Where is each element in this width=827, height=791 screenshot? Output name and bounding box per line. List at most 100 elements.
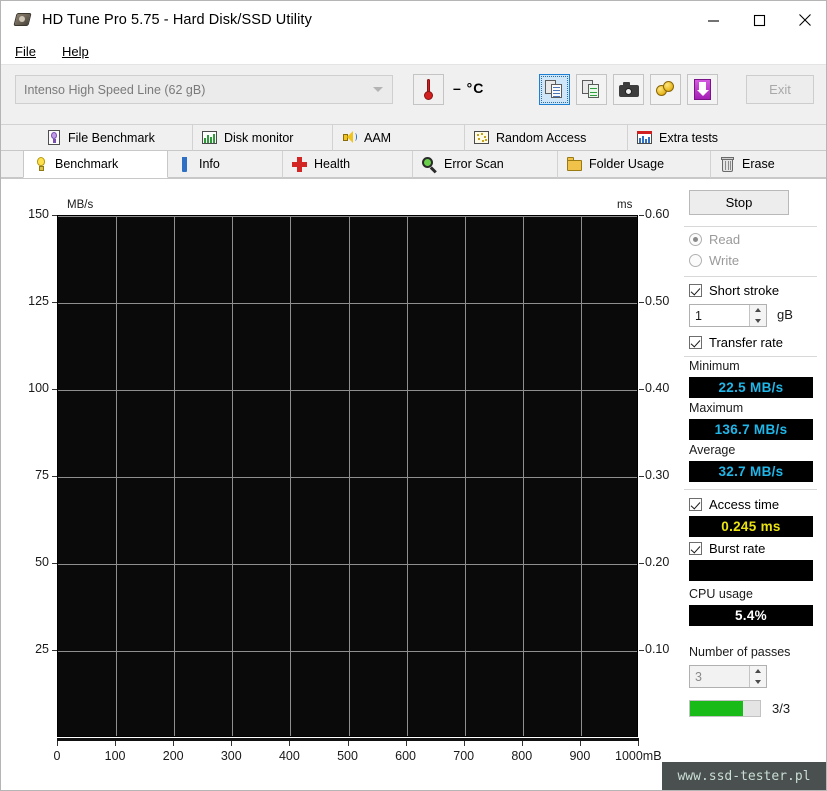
file-benchmark-icon	[45, 129, 62, 146]
passes-stepper-down-icon[interactable]	[750, 677, 766, 688]
checkbox-burst-rate-box	[689, 542, 702, 555]
x-axis-tick-label: 400	[278, 749, 300, 763]
tab-error-scan[interactable]: Error Scan	[413, 151, 558, 178]
x-axis-tick-mark	[231, 741, 233, 746]
menu-help[interactable]: Help	[50, 42, 101, 61]
x-axis-tick-mark	[289, 741, 291, 746]
error-scan-magnifier-icon	[421, 156, 438, 173]
x-axis-tick-mark	[579, 741, 581, 746]
y-axis-tick-label: 150	[28, 207, 49, 221]
tab-erase-label: Erase	[742, 157, 775, 171]
cpu-usage-label: CPU usage	[689, 587, 753, 601]
checkbox-access-time[interactable]: Access time	[689, 497, 779, 512]
drive-selector[interactable]: Intenso High Speed Line (62 gB)	[15, 75, 393, 104]
divider-4	[684, 489, 817, 490]
tab-erase[interactable]: Erase	[711, 151, 826, 178]
short-stroke-stepper[interactable]	[749, 305, 766, 326]
stepper-up-icon[interactable]	[750, 305, 766, 316]
y2-axis-tick-mark	[639, 563, 644, 564]
checkbox-burst-rate-label: Burst rate	[709, 541, 766, 556]
y-axis-unit-left: MB/s	[67, 199, 94, 211]
average-label: Average	[689, 443, 736, 457]
copy-image-icon	[581, 79, 602, 100]
maximize-button[interactable]	[736, 1, 782, 39]
exit-button[interactable]: Exit	[746, 75, 814, 104]
hd-tune-window: HD Tune Pro 5.75 - Hard Disk/SSD Utility…	[0, 0, 827, 791]
checkbox-burst-rate[interactable]: Burst rate	[689, 541, 765, 556]
thermometer-icon	[424, 79, 433, 100]
x-axis-tick-mark	[115, 741, 117, 746]
tab-spacer	[1, 124, 37, 151]
checkbox-short-stroke[interactable]: Short stroke	[689, 283, 779, 298]
minimize-button[interactable]	[690, 1, 736, 39]
window-title: HD Tune Pro 5.75 - Hard Disk/SSD Utility	[42, 11, 312, 28]
gridline-vertical	[174, 216, 176, 736]
coins-button[interactable]	[650, 74, 681, 105]
copy-image-button[interactable]	[576, 74, 607, 105]
tab-aam-label: AAM	[364, 130, 392, 145]
download-arrow-icon	[694, 79, 711, 100]
tab-disk-monitor-label: Disk monitor	[224, 130, 294, 145]
tab-spacer-2	[1, 151, 23, 178]
radio-write-label: Write	[709, 253, 740, 268]
watermark: www.ssd-tester.pl	[662, 762, 826, 790]
tab-disk-monitor[interactable]: Disk monitor	[193, 124, 333, 151]
temperature-button[interactable]	[413, 74, 444, 105]
stop-button[interactable]: Stop	[689, 190, 789, 215]
menu-file[interactable]: File	[3, 42, 48, 61]
y-axis-tick-label: 125	[28, 294, 49, 308]
tab-random-access[interactable]: Random Access	[465, 124, 628, 151]
y2-axis-tick-label: 0.20	[645, 555, 670, 569]
average-value: 32.7 MB/s	[689, 461, 813, 482]
divider-3	[684, 356, 817, 357]
gridline-horizontal	[58, 564, 637, 565]
app-logo-icon	[13, 11, 32, 29]
tab-row-secondary: File Benchmark Disk monitor AAM Random A…	[1, 124, 826, 151]
random-access-icon	[473, 129, 490, 146]
burst-rate-value	[689, 560, 813, 581]
tab-extra-tests[interactable]: Extra tests	[628, 124, 826, 151]
tab-health[interactable]: Health	[283, 151, 413, 178]
tab-aam[interactable]: AAM	[333, 124, 465, 151]
gridline-vertical	[290, 216, 292, 736]
radio-read-indicator	[689, 233, 702, 246]
x-axis-tick-mark	[463, 741, 465, 746]
progress-text: 3/3	[772, 701, 791, 716]
window-controls	[690, 1, 826, 39]
copy-button[interactable]	[539, 74, 570, 105]
gridline-horizontal	[58, 216, 637, 217]
x-axis-tick-mark	[347, 741, 349, 746]
radio-read[interactable]: Read	[689, 232, 740, 247]
passes-stepper-up-icon[interactable]	[750, 666, 766, 677]
close-button[interactable]	[782, 1, 826, 39]
divider-1	[684, 226, 817, 227]
checkbox-short-stroke-box	[689, 284, 702, 297]
stepper-down-icon[interactable]	[750, 316, 766, 327]
menu-help-label: Help	[61, 44, 89, 59]
checkbox-access-time-box	[689, 498, 702, 511]
tab-benchmark[interactable]: Benchmark	[23, 151, 168, 178]
extra-tests-icon	[636, 129, 653, 146]
y-axis-tick-label: 50	[35, 555, 49, 569]
radio-write[interactable]: Write	[689, 253, 739, 268]
copy-icon	[544, 79, 565, 100]
download-button[interactable]	[687, 74, 718, 105]
passes-input[interactable]: 3	[689, 665, 767, 688]
tab-file-benchmark[interactable]: File Benchmark	[37, 124, 193, 151]
maximum-value: 136.7 MB/s	[689, 419, 813, 440]
x-axis-tick-mark	[405, 741, 407, 746]
short-stroke-input[interactable]: 1	[689, 304, 767, 327]
x-axis-tick-label: 900	[569, 749, 591, 763]
erase-trash-icon	[719, 156, 736, 173]
benchmark-chart: MB/s ms 25 50 75 100 125 150 0.10 0.20 0.30 0.40…	[11, 179, 681, 790]
y2-axis-tick-label: 0.60	[645, 207, 670, 221]
benchmark-controls: Stop Read Write Short stroke 1 gB Transf…	[684, 179, 821, 790]
passes-stepper[interactable]	[749, 666, 766, 687]
y-axis-tick-mark	[52, 476, 57, 477]
checkbox-access-time-label: Access time	[709, 497, 780, 512]
tab-folder-usage[interactable]: Folder Usage	[558, 151, 711, 178]
screenshot-button[interactable]	[613, 74, 644, 105]
y-axis-unit-right: ms	[617, 199, 633, 211]
checkbox-transfer-rate[interactable]: Transfer rate	[689, 335, 783, 350]
tab-info[interactable]: Info	[168, 151, 283, 178]
